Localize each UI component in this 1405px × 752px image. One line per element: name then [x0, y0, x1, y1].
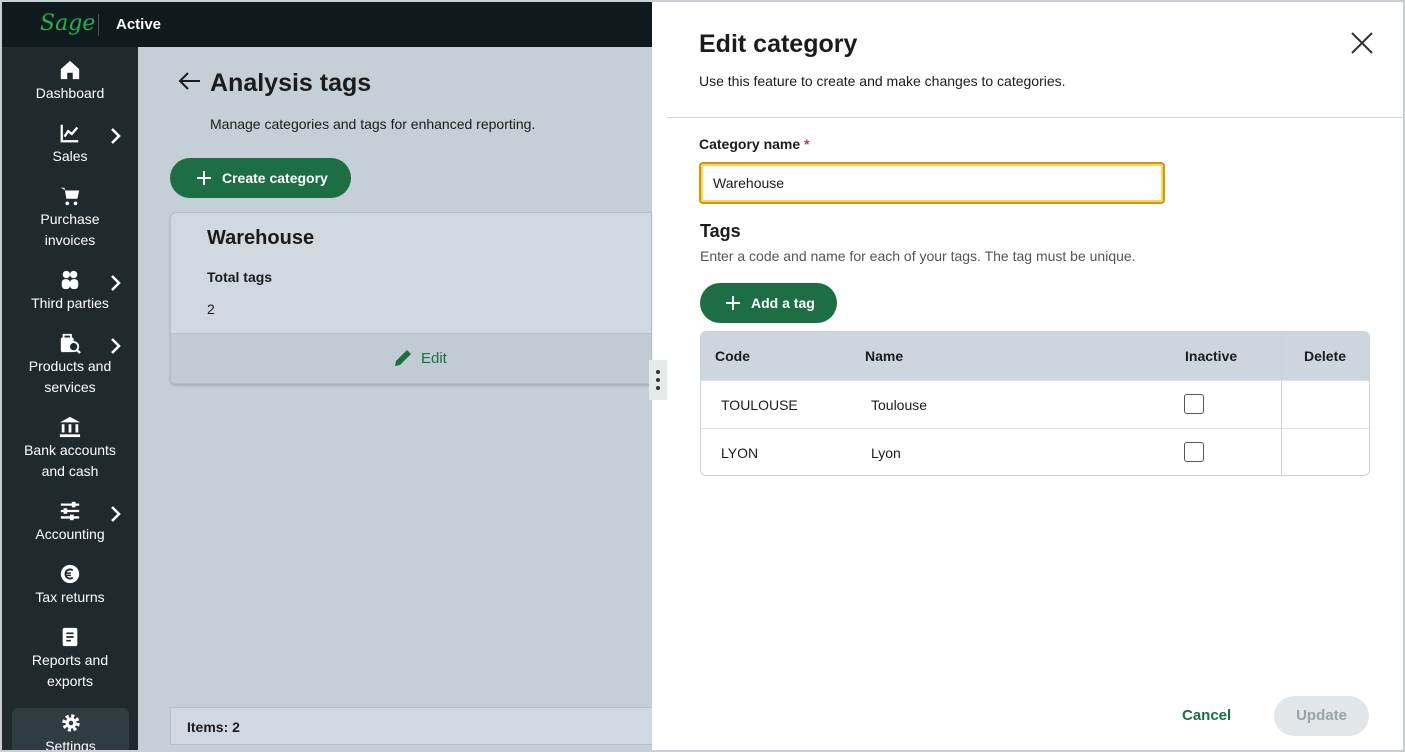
pencil-icon — [395, 350, 411, 366]
close-icon[interactable] — [1349, 30, 1375, 56]
table-header: Code Name Inactive Delete — [701, 332, 1369, 380]
chevron-right-icon — [111, 275, 121, 291]
tags-subtitle: Enter a code and name for each of your t… — [700, 248, 1136, 264]
chart-icon — [60, 124, 79, 143]
add-tag-button[interactable]: Add a tag — [700, 283, 837, 323]
tag-name-cell[interactable]: Toulouse — [871, 397, 927, 413]
sidebar-item-tax-returns[interactable]: Tax returns — [2, 563, 138, 608]
category-name-label-text: Category name — [699, 136, 801, 152]
page-title: Analysis tags — [210, 69, 372, 97]
items-count: Items: 2 — [170, 707, 652, 745]
cart-icon — [60, 187, 80, 206]
create-category-label: Create category — [222, 170, 328, 186]
plus-icon — [726, 296, 740, 310]
column-header-code[interactable]: Code — [715, 348, 750, 364]
chevron-right-icon — [111, 128, 121, 144]
sidebar-item-label: Purchase — [40, 211, 100, 227]
sidebar-item-label: Accounting — [35, 526, 105, 542]
bank-icon — [59, 416, 81, 438]
sidebar-item-sales[interactable]: Sales — [2, 122, 138, 167]
gear-icon — [61, 714, 80, 732]
drawer-header-divider — [667, 117, 1403, 118]
update-button[interactable]: Update — [1274, 696, 1369, 736]
sidebar-item-label: Sales — [52, 148, 88, 164]
column-header-name[interactable]: Name — [865, 348, 903, 364]
tag-name-cell[interactable]: Lyon — [871, 445, 901, 461]
chevron-right-icon — [111, 506, 121, 522]
drawer-resize-handle[interactable] — [649, 360, 667, 400]
drawer-title: Edit category — [699, 30, 858, 58]
euro-icon — [60, 564, 80, 584]
edit-category-drawer: Edit category Use this feature to create… — [667, 2, 1403, 750]
main-content: Analysis tags Manage categories and tags… — [138, 47, 652, 750]
sidebar-item-third-parties[interactable]: Third parties — [2, 269, 138, 314]
home-icon — [60, 60, 80, 80]
column-header-delete[interactable]: Delete — [1304, 348, 1346, 364]
sidebar-item-label: Tax returns — [35, 589, 105, 605]
sidebar-item-label: Settings — [45, 738, 96, 752]
sidebar-item-label: Reports and — [31, 652, 109, 668]
sidebar-item-purchase-invoices[interactable]: Purchase invoices — [2, 185, 138, 251]
cancel-button[interactable]: Cancel — [1182, 707, 1231, 724]
people-icon — [61, 270, 79, 290]
app-window: Sage Active Dashboard Sales Purchase inv… — [0, 0, 1405, 752]
sidebar-item-label: invoices — [44, 232, 96, 248]
sage-logo[interactable]: Sage — [40, 11, 95, 36]
sidebar-item-label: and cash — [41, 463, 99, 479]
inactive-checkbox[interactable] — [1184, 442, 1204, 462]
company-name[interactable]: Active — [116, 16, 161, 33]
chevron-right-icon — [111, 338, 121, 354]
inactive-checkbox[interactable] — [1184, 394, 1204, 414]
sidebar-item-accounting[interactable]: Accounting — [2, 500, 138, 545]
required-mark: * — [804, 136, 810, 152]
category-name-label: Category name * — [699, 136, 810, 152]
sidebar-item-label: Bank accounts — [24, 442, 116, 458]
back-arrow-icon[interactable] — [178, 71, 202, 91]
sidebar: Dashboard Sales Purchase invoices Third … — [2, 47, 138, 752]
table-row: TOULOUSE Toulouse — [701, 380, 1369, 428]
create-category-button[interactable]: Create category — [170, 158, 351, 198]
top-bar: Sage Active — [2, 2, 652, 47]
edit-label: Edit — [421, 349, 447, 367]
category-card-title: Warehouse — [207, 227, 315, 249]
table-row: LYON Lyon — [701, 428, 1369, 475]
plus-icon — [197, 171, 211, 185]
sidebar-item-label: exports — [47, 673, 93, 689]
sidebar-item-label: services — [44, 379, 96, 395]
edit-category-button[interactable]: Edit — [393, 348, 447, 368]
sliders-icon — [60, 501, 80, 521]
column-header-inactive[interactable]: Inactive — [1185, 348, 1237, 364]
sidebar-item-dashboard[interactable]: Dashboard — [2, 59, 138, 104]
category-card-footer: Edit — [171, 333, 651, 383]
category-card: Warehouse Total tags 2 Edit — [170, 212, 652, 384]
sidebar-item-label: Third parties — [31, 295, 109, 311]
drawer-subtitle: Use this feature to create and make chan… — [699, 73, 1066, 89]
page-subtitle: Manage categories and tags for enhanced … — [210, 116, 536, 132]
category-name-input[interactable] — [699, 162, 1165, 204]
tag-code-cell[interactable]: LYON — [721, 445, 758, 461]
total-tags-label: Total tags — [207, 269, 273, 285]
tags-table: Code Name Inactive Delete TOULOUSE Toulo… — [700, 331, 1370, 476]
sidebar-item-products-and-services[interactable]: Products and services — [2, 332, 138, 398]
total-tags-value: 2 — [207, 301, 215, 317]
top-bar-divider — [98, 14, 99, 36]
tag-code-cell[interactable]: TOULOUSE — [721, 397, 798, 413]
tags-heading: Tags — [700, 221, 741, 241]
sidebar-item-label: Dashboard — [35, 85, 105, 101]
sidebar-item-bank-accounts[interactable]: Bank accounts and cash — [2, 416, 138, 482]
sidebar-item-settings[interactable]: Settings — [12, 708, 129, 752]
products-icon — [60, 333, 81, 354]
report-icon — [62, 627, 78, 647]
add-tag-label: Add a tag — [751, 295, 815, 311]
sidebar-item-reports-and-exports[interactable]: Reports and exports — [2, 626, 138, 692]
sidebar-item-label: Products and — [28, 358, 112, 374]
